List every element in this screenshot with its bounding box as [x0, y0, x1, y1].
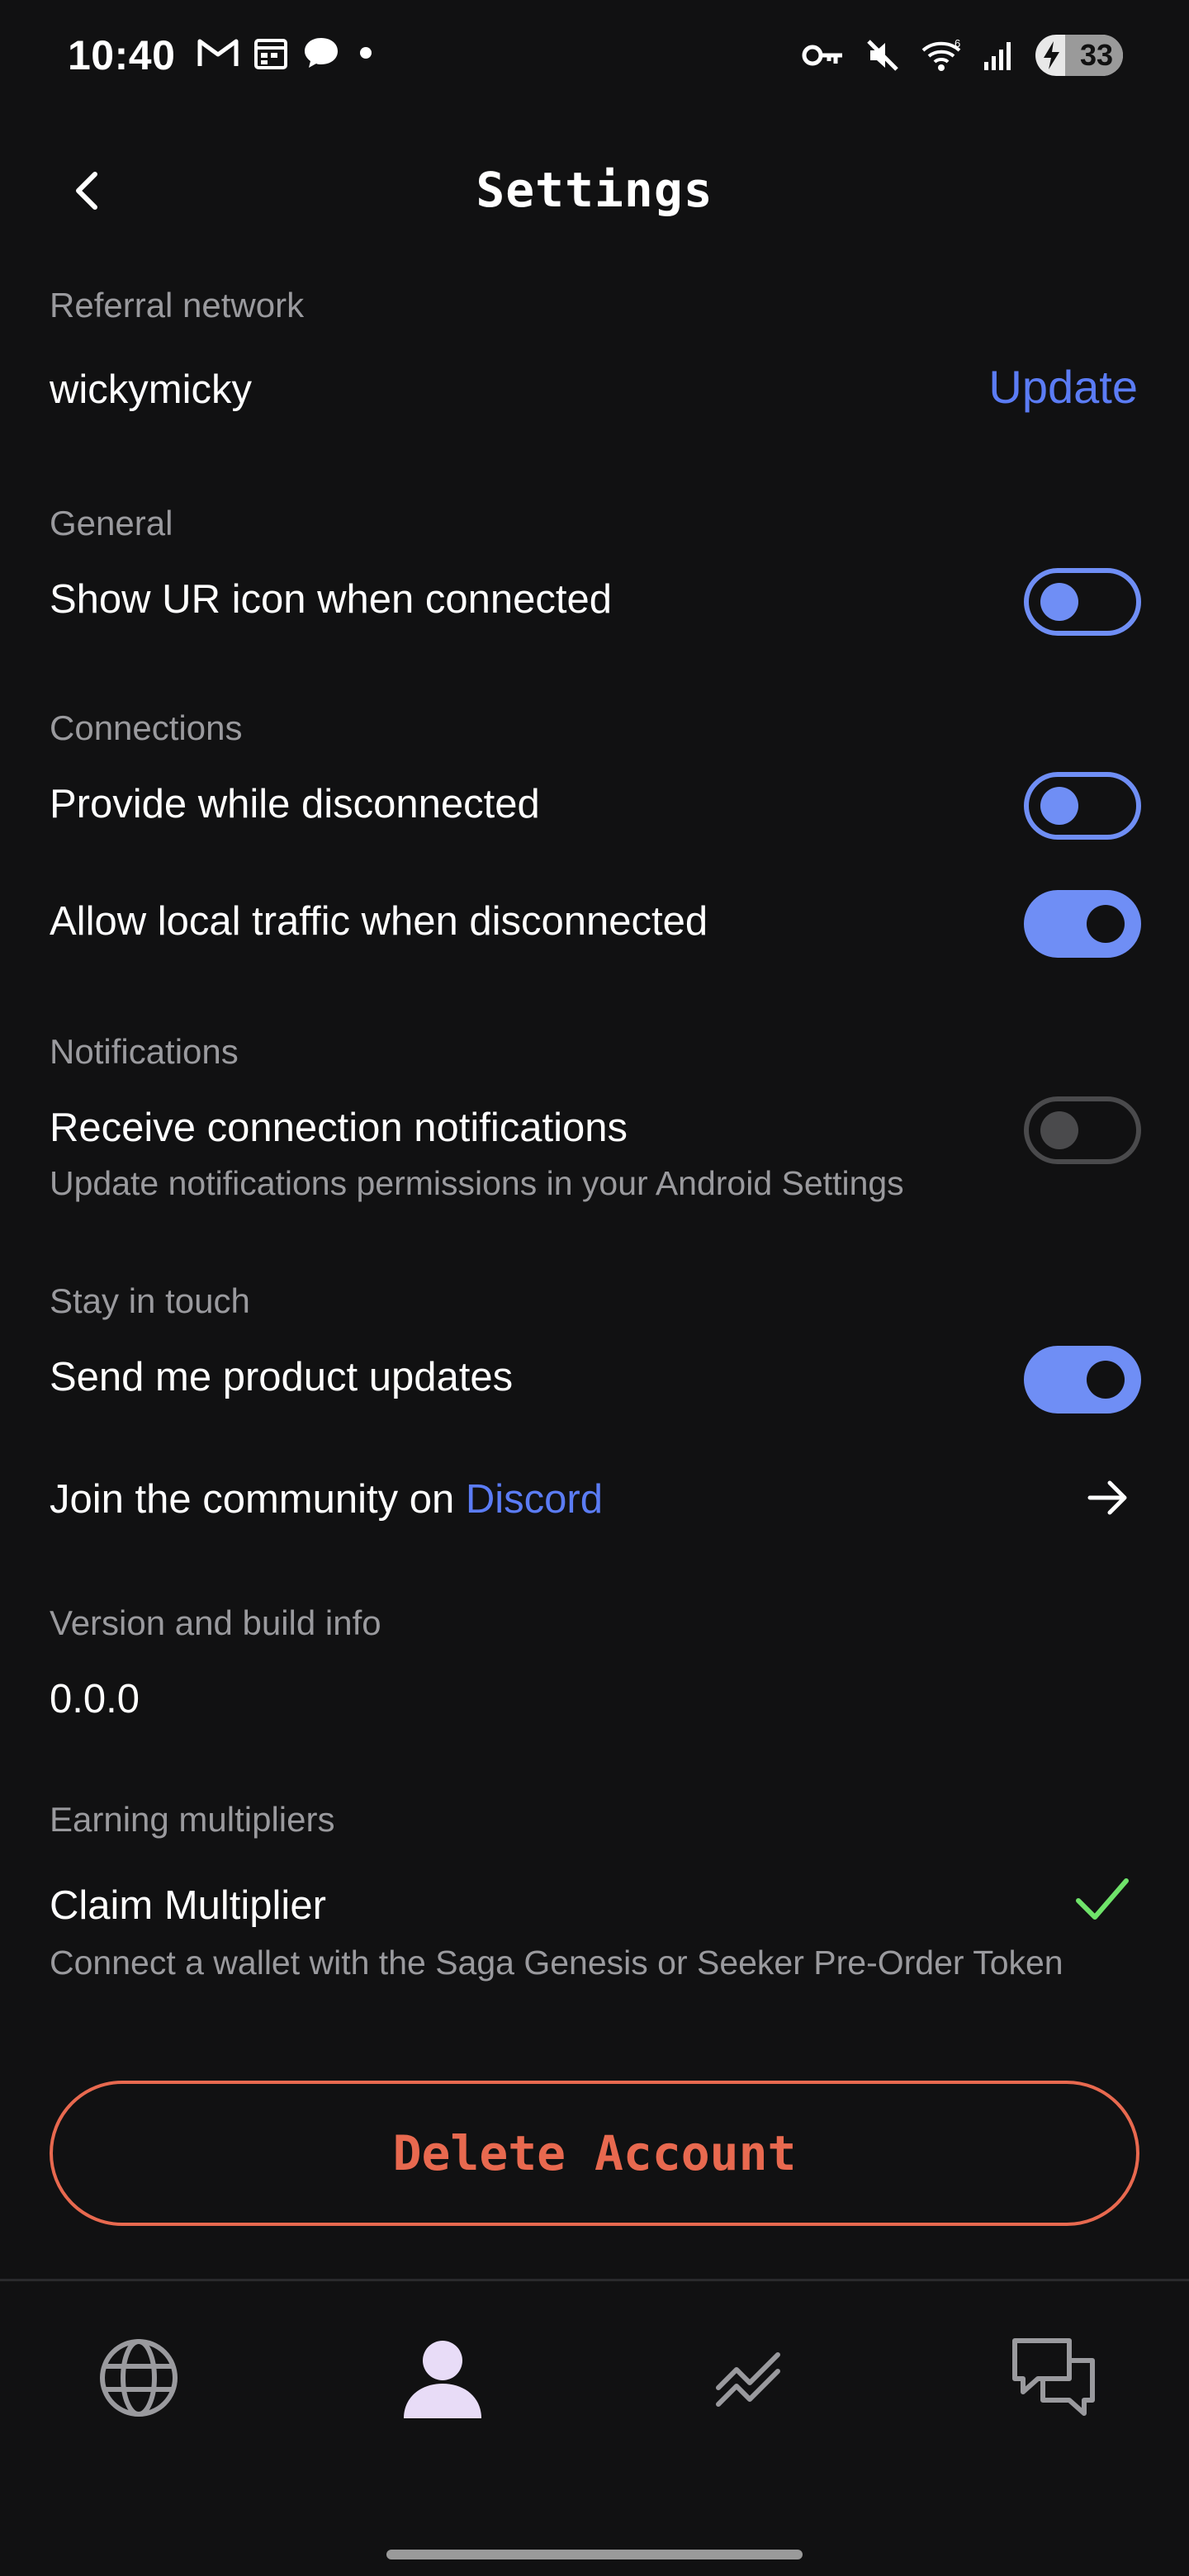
home-indicator[interactable]: [386, 2550, 803, 2559]
allow-local-traffic-label: Allow local traffic when disconnected: [50, 899, 708, 944]
claim-multiplier-subtext: Connect a wallet with the Saga Genesis o…: [50, 1944, 1063, 1982]
charging-bolt-icon: [1044, 41, 1059, 69]
chat-bubbles-icon: [1012, 2338, 1095, 2416]
product-updates-toggle[interactable]: [1024, 1346, 1141, 1413]
receive-notifications-toggle[interactable]: [1024, 1096, 1141, 1164]
svg-text:6: 6: [955, 37, 960, 50]
allow-local-traffic-toggle[interactable]: [1024, 890, 1141, 958]
bottom-nav-divider: [0, 2279, 1189, 2281]
toggle-knob: [1087, 905, 1125, 943]
join-community-row[interactable]: Join the community on Discord: [50, 1476, 1139, 1522]
nav-globe-button[interactable]: [89, 2328, 188, 2427]
status-icons-right: 6 33: [801, 35, 1123, 76]
wifi-icon: 6: [921, 37, 961, 71]
gmail-icon: [197, 39, 239, 66]
toggle-knob: [1040, 1111, 1078, 1149]
chart-icon: [716, 2352, 780, 2407]
section-label-version: Version and build info: [50, 1603, 381, 1642]
toggle-knob: [1040, 787, 1078, 825]
version-value: 0.0.0: [50, 1677, 140, 1721]
claim-multiplier-title[interactable]: Claim Multiplier: [50, 1882, 326, 1929]
receive-notifications-subtext: Update notifications permissions in your…: [50, 1164, 904, 1202]
vpn-key-icon: [802, 45, 842, 66]
section-label-multipliers: Earning multipliers: [50, 1800, 335, 1839]
section-label-referral: Referral network: [50, 286, 305, 324]
discord-link[interactable]: Discord: [466, 1477, 603, 1522]
signal-icon: [984, 42, 1011, 70]
toggle-knob: [1087, 1361, 1125, 1399]
calendar-icon: [254, 39, 287, 69]
receive-notifications-label: Receive connection notifications: [50, 1106, 628, 1150]
nav-profile-button[interactable]: [393, 2328, 492, 2427]
provide-while-disconnected-toggle[interactable]: [1024, 772, 1141, 840]
nav-chat-button[interactable]: [1004, 2328, 1103, 2427]
nav-chart-button[interactable]: [699, 2328, 798, 2427]
battery-icon: 33: [1035, 35, 1123, 76]
section-label-stay-in-touch: Stay in touch: [50, 1281, 250, 1320]
status-time: 10:40: [68, 32, 176, 78]
referral-network-value: wickymicky: [50, 367, 252, 412]
arrow-right-icon[interactable]: [1085, 1475, 1131, 1521]
page-title: Settings: [476, 162, 713, 218]
provide-while-disconnected-label: Provide while disconnected: [50, 782, 540, 826]
checkmark-icon: [1076, 1878, 1129, 1920]
battery-level: 33: [1079, 38, 1113, 72]
mute-icon: [867, 40, 898, 71]
product-updates-label: Send me product updates: [50, 1355, 514, 1399]
join-community-label: Join the community on: [50, 1477, 466, 1522]
delete-account-button[interactable]: Delete Account: [50, 2081, 1139, 2226]
show-ur-icon-toggle[interactable]: [1024, 568, 1141, 636]
section-label-connections: Connections: [50, 708, 243, 747]
globe-icon: [100, 2339, 178, 2417]
section-label-notifications: Notifications: [50, 1032, 239, 1071]
toggle-knob: [1040, 583, 1078, 621]
chat-icon: [305, 38, 338, 68]
section-label-general: General: [50, 504, 173, 542]
show-ur-icon-label: Show UR icon when connected: [50, 577, 612, 622]
dot-icon: [360, 47, 372, 59]
update-referral-button[interactable]: Update: [988, 360, 1138, 414]
profile-icon: [404, 2341, 481, 2418]
status-icons-left: [197, 35, 378, 71]
